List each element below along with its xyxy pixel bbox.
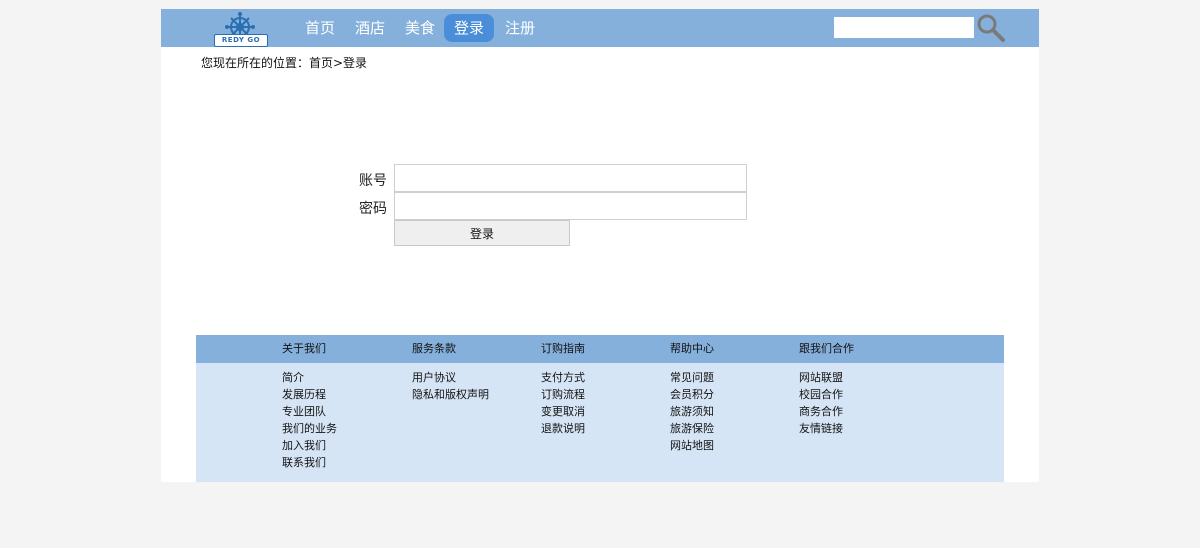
login-submit-button[interactable]: 登录 (394, 220, 570, 246)
footer-column-title: 跟我们合作 (799, 342, 854, 355)
footer-link[interactable]: 网站联盟 (799, 369, 924, 386)
site-logo[interactable]: REDY GO (211, 11, 269, 47)
footer-link[interactable]: 会员积分 (670, 386, 795, 403)
footer-link[interactable]: 联系我们 (282, 454, 407, 471)
footer-link[interactable]: 常见问题 (670, 369, 795, 386)
footer-column-help: 帮助中心 常见问题 会员积分 旅游须知 旅游保险 网站地图 (670, 335, 795, 454)
search-input[interactable] (834, 17, 974, 38)
footer-link[interactable]: 变更取消 (541, 403, 666, 420)
account-input[interactable] (394, 164, 747, 192)
nav-item-login[interactable]: 登录 (444, 14, 494, 42)
nav-item-home[interactable]: 首页 (294, 14, 346, 42)
footer-link[interactable]: 用户协议 (412, 369, 537, 386)
footer: 关于我们 简介 发展历程 专业团队 我们的业务 加入我们 联系我们 服务条款 用… (196, 335, 1004, 482)
footer-column-partner: 跟我们合作 网站联盟 校园合作 商务合作 友情链接 (799, 335, 924, 437)
nav-item-hotel[interactable]: 酒店 (344, 14, 396, 42)
footer-column-guide: 订购指南 支付方式 订购流程 变更取消 退款说明 (541, 335, 666, 437)
footer-column-terms: 服务条款 用户协议 隐私和版权声明 (412, 335, 537, 403)
breadcrumb: 您现在所在的位置：首页>登录 (201, 56, 368, 70)
footer-link[interactable]: 网站地图 (670, 437, 795, 454)
login-form: 账号 密码 登录 (351, 164, 751, 254)
account-label: 账号 (359, 173, 387, 189)
footer-link-list: 网站联盟 校园合作 商务合作 友情链接 (799, 369, 924, 437)
password-input[interactable] (394, 192, 747, 220)
password-label: 密码 (359, 201, 387, 217)
footer-link[interactable]: 隐私和版权声明 (412, 386, 537, 403)
footer-link[interactable]: 退款说明 (541, 420, 666, 437)
footer-column-title: 帮助中心 (670, 342, 714, 355)
footer-link[interactable]: 校园合作 (799, 386, 924, 403)
search-button[interactable] (976, 13, 1006, 43)
footer-link[interactable]: 友情链接 (799, 420, 924, 437)
footer-column-title: 关于我们 (282, 342, 326, 355)
footer-column-title: 订购指南 (541, 342, 585, 355)
logo-text: REDY GO (214, 34, 268, 47)
footer-column-title: 服务条款 (412, 342, 456, 355)
search-icon (977, 14, 1005, 42)
footer-link[interactable]: 旅游保险 (670, 420, 795, 437)
footer-link-list: 常见问题 会员积分 旅游须知 旅游保险 网站地图 (670, 369, 795, 454)
footer-link[interactable]: 支付方式 (541, 369, 666, 386)
footer-link-list: 简介 发展历程 专业团队 我们的业务 加入我们 联系我们 (282, 369, 407, 471)
footer-link[interactable]: 专业团队 (282, 403, 407, 420)
footer-link[interactable]: 简介 (282, 369, 407, 386)
footer-link[interactable]: 我们的业务 (282, 420, 407, 437)
header-bar: REDY GO 首页 酒店 美食 登录 注册 (161, 9, 1039, 47)
footer-link[interactable]: 加入我们 (282, 437, 407, 454)
footer-column-about: 关于我们 简介 发展历程 专业团队 我们的业务 加入我们 联系我们 (282, 335, 407, 471)
footer-link[interactable]: 商务合作 (799, 403, 924, 420)
page: REDY GO 首页 酒店 美食 登录 注册 您现在所在的位置：首页>登录 账号… (161, 9, 1039, 482)
footer-link-list: 用户协议 隐私和版权声明 (412, 369, 537, 403)
footer-link[interactable]: 旅游须知 (670, 403, 795, 420)
footer-link-list: 支付方式 订购流程 变更取消 退款说明 (541, 369, 666, 437)
footer-link[interactable]: 发展历程 (282, 386, 407, 403)
nav-item-register[interactable]: 注册 (494, 14, 546, 42)
footer-link[interactable]: 订购流程 (541, 386, 666, 403)
nav-item-food[interactable]: 美食 (394, 14, 446, 42)
